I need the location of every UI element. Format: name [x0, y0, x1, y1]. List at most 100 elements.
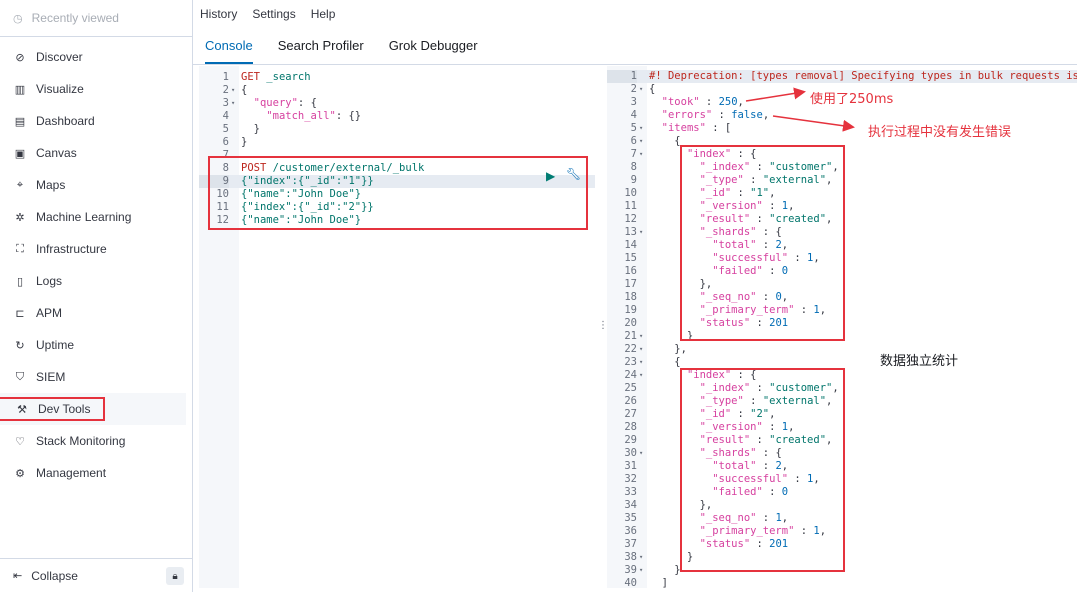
sidebar-item-logs[interactable]: ▯ Logs — [0, 265, 192, 297]
items-annotation: 数据独立统计 — [880, 354, 959, 369]
gear-icon: ⚙ — [15, 467, 25, 480]
fold-icon[interactable]: ▾ — [639, 564, 643, 577]
sidebar-item-label: Infrastructure — [36, 242, 107, 256]
apm-icon: ⊏ — [15, 307, 25, 320]
code-text: "took" : 250, — [661, 96, 744, 108]
canvas-icon: ▣ — [14, 147, 26, 160]
sidebar-item-uptime[interactable]: ↻ Uptime — [0, 329, 192, 361]
fold-icon[interactable]: ▾ — [639, 122, 643, 135]
line-number: 34 — [624, 499, 637, 511]
line-number: 5 — [630, 122, 637, 134]
sidebar-item-visualize[interactable]: ▥ Visualize — [0, 73, 192, 105]
code-text: GET _search — [241, 71, 311, 83]
help-link[interactable]: Help — [311, 7, 336, 21]
code-text: "errors" : false, — [661, 109, 770, 121]
sidebar-item-machine-learning[interactable]: ✲ Machine Learning — [0, 201, 192, 233]
sidebar-item-label: Logs — [36, 274, 63, 288]
code-text: } — [241, 136, 248, 148]
code-text: ] — [649, 577, 668, 588]
sidebar-item-management[interactable]: ⚙ Management — [0, 457, 192, 489]
sidebar-item-maps[interactable]: ⌖ Maps — [0, 169, 192, 201]
sidebar-item-discover[interactable]: ⊘ Discover — [0, 41, 192, 73]
history-link[interactable]: History — [200, 7, 237, 21]
response-line: 40 ] — [607, 577, 1077, 588]
devtools-tabs: Console Search Profiler Grok Debugger — [193, 28, 1077, 65]
compass-icon: ⊘ — [15, 51, 25, 64]
sidebar-item-label: Maps — [36, 178, 66, 192]
line-number: 19 — [624, 304, 637, 316]
infrastructure-icon: ⛶ — [16, 242, 24, 255]
sidebar-item-dashboard[interactable]: ▤ Dashboard — [0, 105, 192, 137]
code-text: "match_all": {} — [266, 110, 362, 122]
collapse-button[interactable]: ⇤ Collapse 🔒︎ — [0, 558, 192, 592]
fold-icon[interactable]: ▾ — [231, 84, 235, 97]
recently-viewed[interactable]: ◷ Recently viewed — [0, 0, 192, 37]
tab-console[interactable]: Console — [205, 38, 253, 64]
line-number: 16 — [624, 265, 637, 277]
sidebar-item-apm[interactable]: ⊏ APM — [0, 297, 192, 329]
sidebar-item-label: Canvas — [36, 146, 77, 160]
fold-icon[interactable]: ▾ — [639, 356, 643, 369]
line-number: 36 — [624, 525, 637, 537]
dev-tools-highlight: ⚒ Dev Tools — [0, 397, 106, 421]
line-number: 21 — [624, 330, 637, 342]
line-number: 20 — [624, 317, 637, 329]
sidebar-item-infrastructure[interactable]: ⛶ Infrastructure — [0, 233, 192, 265]
request-line[interactable]: 2 ▾ { — [199, 84, 595, 97]
request-line[interactable]: 5 } — [199, 123, 595, 136]
line-number: 15 — [624, 252, 637, 264]
sidebar-item-dev-tools[interactable]: ⚒ Dev Tools — [0, 393, 186, 425]
line-number: 28 — [624, 421, 637, 433]
fold-icon[interactable]: ▾ — [639, 551, 643, 564]
line-number: 23 — [624, 356, 637, 368]
line-number: 4 — [222, 110, 229, 122]
line-number: 38 — [624, 551, 637, 563]
tab-search-profiler[interactable]: Search Profiler — [278, 38, 364, 64]
request-line[interactable]: 3 ▾ "query": { — [199, 97, 595, 110]
line-number: 3 — [222, 97, 229, 109]
sidebar-item-siem[interactable]: ⛉ SIEM — [0, 361, 192, 393]
sidebar-item-label: Visualize — [36, 82, 84, 96]
code-text: }, — [649, 343, 687, 355]
request-highlight-box — [208, 156, 588, 230]
fold-icon[interactable]: ▾ — [639, 148, 643, 161]
collapse-label: Collapse — [31, 568, 78, 583]
settings-link[interactable]: Settings — [252, 7, 295, 21]
sidebar-item-stack-monitoring[interactable]: ♡ Stack Monitoring — [0, 425, 192, 457]
tab-grok-debugger[interactable]: Grok Debugger — [389, 38, 478, 64]
line-number: 29 — [624, 434, 637, 446]
fold-icon[interactable]: ▾ — [639, 369, 643, 382]
line-number: 18 — [624, 291, 637, 303]
nav-list: ⊘ Discover ▥ Visualize ▤ Dashboard ▣ Canvas … — [0, 41, 192, 489]
request-editor[interactable]: 1 GET _search 2 ▾{3 ▾ "query": {4 "match_all… — [199, 66, 595, 588]
line-number: 6 — [222, 136, 229, 148]
monitoring-icon: ♡ — [15, 435, 25, 448]
errors-annotation: 执行过程中没有发生错误 — [868, 125, 1012, 140]
play-icon[interactable]: ▶ — [546, 169, 555, 183]
code-text: "items" : [ — [661, 122, 732, 134]
request-line[interactable]: 6} — [199, 136, 595, 149]
fold-icon[interactable]: ▾ — [639, 135, 643, 148]
fold-icon[interactable]: ▾ — [639, 447, 643, 460]
top-menu: History Settings Help — [193, 0, 1077, 27]
fold-icon[interactable]: ▾ — [639, 83, 643, 96]
code-text: } — [649, 564, 681, 576]
sidebar-item-label: Management — [36, 466, 107, 480]
line-number: 31 — [624, 460, 637, 472]
line-number: 26 — [624, 395, 637, 407]
sidebar-item-canvas[interactable]: ▣ Canvas — [0, 137, 192, 169]
request-line[interactable]: 4 "match_all": {} — [199, 110, 595, 123]
line-number: 7 — [630, 148, 637, 160]
line-number: 35 — [624, 512, 637, 524]
fold-icon[interactable]: ▾ — [639, 330, 643, 343]
fold-icon[interactable]: ▾ — [639, 343, 643, 356]
uptime-icon: ↻ — [15, 339, 25, 352]
code-text: { — [649, 356, 681, 368]
fold-icon[interactable]: ▾ — [231, 97, 235, 110]
request-line[interactable]: 1 GET _search — [199, 71, 595, 84]
line-number: 24 — [624, 369, 637, 381]
lock-icon[interactable]: 🔒︎ — [166, 567, 184, 585]
wrench-icon[interactable]: 🔧︎ — [566, 167, 581, 181]
fold-icon[interactable]: ▾ — [639, 226, 643, 239]
code-text: } — [241, 123, 260, 135]
